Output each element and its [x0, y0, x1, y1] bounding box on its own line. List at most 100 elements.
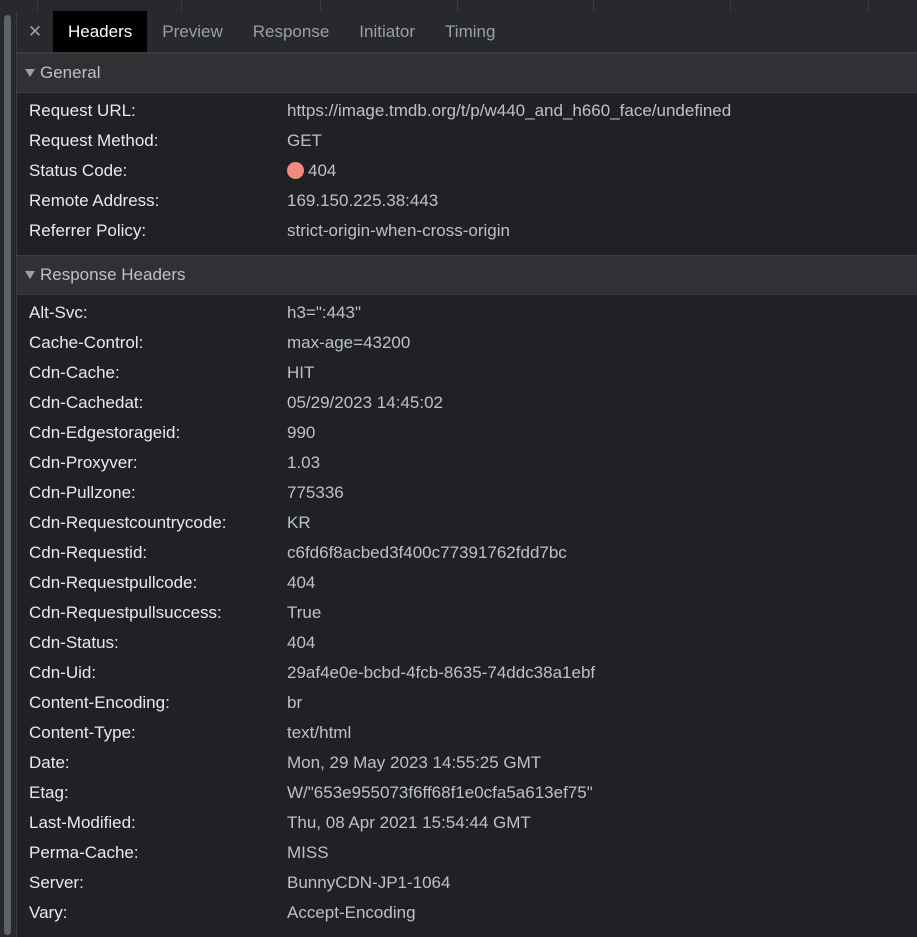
response-header-row: Cache-Control: max-age=43200: [17, 328, 917, 358]
header-key: Status Code:: [29, 161, 128, 180]
response-header-row: Cdn-Pullzone: 775336: [17, 478, 917, 508]
header-value: c6fd6f8acbed3f400c77391762fdd7bc: [287, 543, 567, 562]
response-header-row: Server: BunnyCDN-JP1-1064: [17, 868, 917, 898]
response-header-row: Cdn-Cache: HIT: [17, 358, 917, 388]
header-key: Content-Type:: [29, 723, 136, 742]
header-value: 404: [308, 161, 337, 180]
header-row-referrer-policy: Referrer Policy: strict-origin-when-cros…: [17, 216, 917, 246]
response-header-row: Content-Encoding: br: [17, 688, 917, 718]
left-scrollbar-track[interactable]: [0, 11, 17, 937]
header-value: 169.150.225.38:443: [287, 191, 439, 210]
column-separator: [320, 0, 321, 11]
tab-preview[interactable]: Preview: [147, 11, 237, 52]
section-title: Response Headers: [40, 265, 186, 284]
header-key: Server:: [29, 873, 84, 892]
header-key: Cdn-Cache:: [29, 363, 120, 382]
header-key: Cache-Control:: [29, 333, 144, 352]
column-separator: [181, 0, 182, 11]
devtools-network-details: ✕ Headers Preview Response Initiator Tim…: [0, 0, 917, 937]
triangle-down-icon: [25, 271, 35, 279]
header-row-status-code: Status Code: 404: [17, 156, 917, 186]
header-value: strict-origin-when-cross-origin: [287, 221, 510, 240]
response-header-row: Perma-Cache: MISS: [17, 838, 917, 868]
header-value: KR: [287, 513, 311, 532]
headers-panel: General Request URL: https://image.tmdb.…: [17, 53, 917, 937]
response-header-row: Alt-Svc: h3=":443": [17, 298, 917, 328]
general-section-header[interactable]: General: [17, 53, 917, 93]
header-value: br: [287, 693, 303, 712]
header-value: 404: [287, 633, 316, 652]
response-header-row: Cdn-Status: 404: [17, 628, 917, 658]
header-value: True: [287, 603, 322, 622]
response-header-row: Cdn-Cachedat: 05/29/2023 14:45:02: [17, 388, 917, 418]
tab-headers[interactable]: Headers: [53, 11, 148, 52]
header-value: BunnyCDN-JP1-1064: [287, 873, 451, 892]
header-value: 775336: [287, 483, 344, 502]
header-value: 05/29/2023 14:45:02: [287, 393, 443, 412]
header-key: Request URL:: [29, 101, 136, 120]
header-key: Cdn-Requestpullcode:: [29, 573, 198, 592]
response-header-row: Cdn-Uid: 29af4e0e-bcbd-4fcb-8635-74ddc38a…: [17, 658, 917, 688]
header-value: 404: [287, 573, 316, 592]
header-key: Cdn-Requestpullsuccess:: [29, 603, 222, 622]
left-scrollbar-thumb[interactable]: [4, 15, 11, 935]
section-title: General: [40, 63, 101, 82]
header-value: W/"653e955073f6ff68f1e0cfa5a613ef75": [287, 783, 593, 802]
header-value-wrap: 404: [287, 161, 336, 181]
header-key: Request Method:: [29, 131, 159, 150]
column-separator: [37, 0, 38, 11]
header-key: Cdn-Cachedat:: [29, 393, 144, 412]
response-headers-section-header[interactable]: Response Headers: [17, 255, 917, 295]
header-key: Remote Address:: [29, 191, 160, 210]
close-icon[interactable]: ✕: [17, 11, 53, 52]
header-row-remote-address: Remote Address: 169.150.225.38:443: [17, 186, 917, 216]
header-key: Cdn-Status:: [29, 633, 119, 652]
response-header-row: Cdn-Requestid: c6fd6f8acbed3f400c77391762…: [17, 538, 917, 568]
details-tab-bar: ✕ Headers Preview Response Initiator Tim…: [17, 11, 917, 53]
triangle-down-icon: [25, 69, 35, 77]
header-key: Alt-Svc:: [29, 303, 88, 322]
header-value: HIT: [287, 363, 315, 382]
header-row-request-method: Request Method: GET: [17, 126, 917, 156]
header-value: https://image.tmdb.org/t/p/w440_and_h660…: [287, 101, 732, 120]
tab-timing[interactable]: Timing: [430, 11, 510, 52]
header-row-request-url: Request URL: https://image.tmdb.org/t/p/…: [17, 96, 917, 126]
response-header-row: Cdn-Requestcountrycode: KR: [17, 508, 917, 538]
response-header-rows: Alt-Svc: h3=":443" Cache-Control: max-age=4…: [17, 295, 917, 937]
tab-response[interactable]: Response: [238, 11, 345, 52]
header-value: max-age=43200: [287, 333, 411, 352]
response-header-row: Vary: Accept-Encoding: [17, 898, 917, 928]
header-value: Accept-Encoding: [287, 903, 416, 922]
header-key: Last-Modified:: [29, 813, 136, 832]
column-separator: [868, 0, 869, 11]
response-header-row: Cdn-Proxyver: 1.03: [17, 448, 917, 478]
response-header-row: Etag: W/"653e955073f6ff68f1e0cfa5a613ef75…: [17, 778, 917, 808]
response-header-row: Content-Type: text/html: [17, 718, 917, 748]
header-value: 1.03: [287, 453, 321, 472]
response-header-row: Cdn-Requestpullcode: 404: [17, 568, 917, 598]
header-key: Cdn-Edgestorageid:: [29, 423, 181, 442]
header-key: Etag:: [29, 783, 69, 802]
header-value: h3=":443": [287, 303, 361, 322]
tab-initiator[interactable]: Initiator: [344, 11, 430, 52]
header-key: Cdn-Requestcountrycode:: [29, 513, 227, 532]
column-separator: [457, 0, 458, 11]
header-key: Cdn-Uid:: [29, 663, 97, 682]
column-separator: [730, 0, 731, 11]
header-key: Cdn-Proxyver:: [29, 453, 138, 472]
header-key: Perma-Cache:: [29, 843, 139, 862]
header-value: MISS: [287, 843, 329, 862]
header-key: Content-Encoding:: [29, 693, 170, 712]
header-key: Referrer Policy:: [29, 221, 147, 240]
status-dot-icon: [287, 162, 304, 179]
header-key: Vary:: [29, 903, 68, 922]
response-header-row: Cdn-Requestpullsuccess: True: [17, 598, 917, 628]
general-rows: Request URL: https://image.tmdb.org/t/p/…: [17, 93, 917, 255]
response-header-row: Date: Mon, 29 May 2023 14:55:25 GMT: [17, 748, 917, 778]
header-value: Mon, 29 May 2023 14:55:25 GMT: [287, 753, 542, 772]
header-value: 29af4e0e-bcbd-4fcb-8635-74ddc38a1ebf: [287, 663, 596, 682]
header-value: 990: [287, 423, 316, 442]
column-separator: [593, 0, 594, 11]
header-value: text/html: [287, 723, 352, 742]
response-header-row: Cdn-Edgestorageid: 990: [17, 418, 917, 448]
